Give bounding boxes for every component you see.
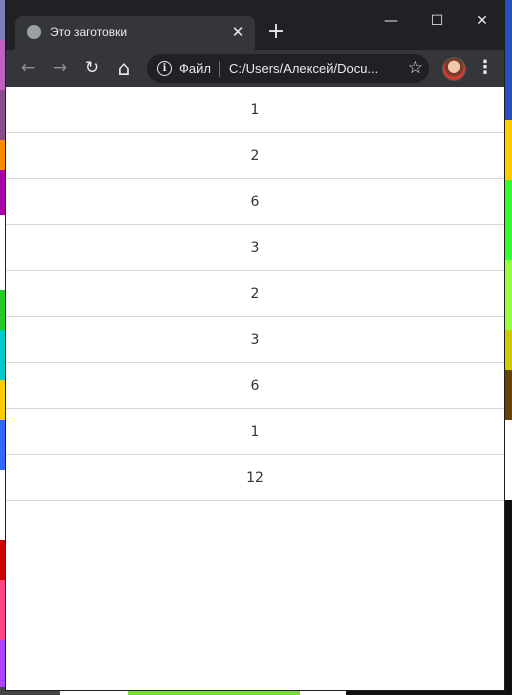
- home-button[interactable]: ⌂: [112, 56, 136, 80]
- tab-active[interactable]: Это заготовки ✕: [15, 16, 255, 50]
- reload-button[interactable]: ↻: [80, 56, 104, 80]
- maximize-button[interactable]: ☐: [422, 10, 452, 32]
- menu-icon[interactable]: ⋮: [476, 56, 494, 80]
- close-tab-icon[interactable]: ✕: [229, 23, 247, 41]
- list-item: 6: [6, 179, 504, 225]
- close-window-button[interactable]: ✕: [467, 10, 497, 32]
- list-item: 2: [6, 271, 504, 317]
- back-button[interactable]: ←: [16, 56, 40, 80]
- desktop-background-right: [504, 0, 512, 695]
- profile-avatar[interactable]: [442, 57, 466, 81]
- list-item: 2: [6, 133, 504, 179]
- list-item: 3: [6, 225, 504, 271]
- new-tab-button[interactable]: +: [264, 20, 288, 44]
- browser-window: Это заготовки ✕ + — ☐ ✕ ← → ↻ ⌂ i Файл C…: [6, 0, 504, 690]
- scheme-label: Файл: [179, 61, 211, 76]
- list-item: 1: [6, 87, 504, 133]
- info-icon[interactable]: i: [157, 61, 172, 76]
- list-item: 3: [6, 317, 504, 363]
- address-bar[interactable]: i Файл C:/Users/Алексей/Docu... ☆: [147, 54, 429, 83]
- url-text[interactable]: C:/Users/Алексей/Docu...: [229, 61, 399, 76]
- divider: [219, 61, 220, 77]
- forward-button[interactable]: →: [48, 56, 72, 80]
- star-icon[interactable]: ☆: [408, 58, 423, 78]
- title-bar: Это заготовки ✕ + — ☐ ✕: [6, 0, 504, 50]
- list-item: 6: [6, 363, 504, 409]
- toolbar: ← → ↻ ⌂ i Файл C:/Users/Алексей/Docu... …: [6, 50, 504, 87]
- globe-icon: [27, 25, 41, 39]
- tab-title: Это заготовки: [50, 25, 128, 39]
- page-content: 1 2 6 3 2 3 6 1 12: [6, 87, 504, 501]
- list-item: 12: [6, 455, 504, 501]
- list-item: 1: [6, 409, 504, 455]
- minimize-button[interactable]: —: [376, 10, 406, 32]
